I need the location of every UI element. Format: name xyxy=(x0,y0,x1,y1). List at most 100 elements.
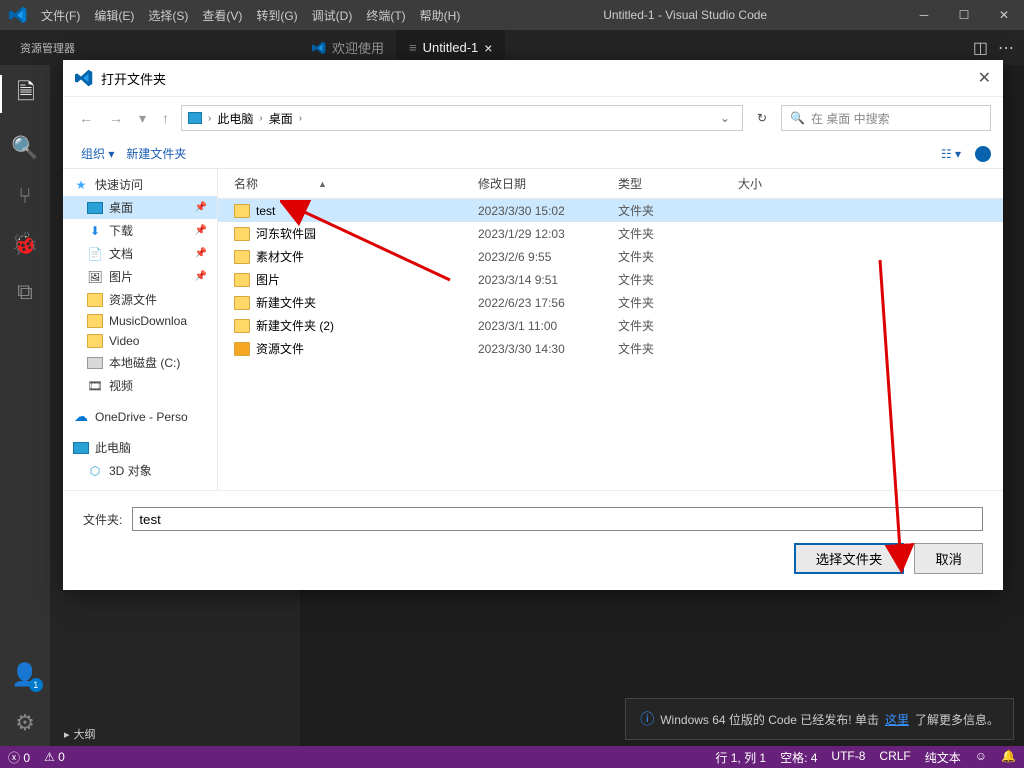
menu-terminal[interactable]: 终端(T) xyxy=(360,7,411,24)
select-folder-button[interactable]: 选择文件夹 xyxy=(794,543,905,574)
dialog-titlebar: 打开文件夹 ✕ xyxy=(63,60,1003,97)
tree-resources[interactable]: 资源文件 xyxy=(63,288,217,311)
table-row[interactable]: 素材文件2023/2/6 9:55文件夹 xyxy=(218,245,1003,268)
organize-button[interactable]: 组织 ▾ xyxy=(75,145,120,162)
status-spaces[interactable]: 空格: 4 xyxy=(780,749,817,766)
help-icon[interactable]: ? xyxy=(975,146,991,162)
explorer-icon[interactable]: 🗎 xyxy=(0,75,50,113)
tab-welcome-label: 欢迎使用 xyxy=(332,38,384,57)
status-eol[interactable]: CRLF xyxy=(879,749,910,766)
dialog-close-icon[interactable]: ✕ xyxy=(978,68,991,88)
status-bell-icon[interactable]: 🔔 xyxy=(1001,749,1016,766)
status-feedback-icon[interactable]: ☺ xyxy=(975,749,987,766)
table-row[interactable]: test2023/3/30 15:02文件夹 xyxy=(218,199,1003,222)
status-errors[interactable]: ⓧ 0 xyxy=(8,749,30,766)
maximize-icon[interactable]: ☐ xyxy=(944,8,984,22)
menu-view[interactable]: 查看(V) xyxy=(196,7,248,24)
table-row[interactable]: 新建文件夹2022/6/23 17:56文件夹 xyxy=(218,291,1003,314)
table-row[interactable]: 图片2023/3/14 9:51文件夹 xyxy=(218,268,1003,291)
tree-documents[interactable]: 📄文档📌 xyxy=(63,242,217,265)
status-encoding[interactable]: UTF-8 xyxy=(831,749,865,766)
row-date: 2023/3/14 9:51 xyxy=(478,273,618,287)
debug-icon[interactable]: 🐞 xyxy=(11,231,38,257)
table-row[interactable]: 新建文件夹 (2)2023/3/1 11:00文件夹 xyxy=(218,314,1003,337)
extensions-icon[interactable]: ⧉ xyxy=(17,279,33,305)
outline-section[interactable]: ▸大纲 xyxy=(50,722,300,746)
row-type: 文件夹 xyxy=(618,248,738,265)
nav-up-icon[interactable]: ↑ xyxy=(158,110,173,126)
path-desktop[interactable]: 桌面 xyxy=(269,110,293,127)
row-date: 2022/6/23 17:56 xyxy=(478,296,618,310)
tree-drive-c[interactable]: 本地磁盘 (C:) xyxy=(63,351,217,374)
pin-icon: 📌 xyxy=(195,225,207,236)
col-size[interactable]: 大小 xyxy=(738,175,818,192)
refresh-icon[interactable]: ↻ xyxy=(751,111,773,125)
row-name: 素材文件 xyxy=(256,248,304,265)
row-name: 图片 xyxy=(256,271,280,288)
folder-label: 文件夹: xyxy=(83,511,122,528)
list-rows: test2023/3/30 15:02文件夹河东软件园2023/1/29 12:… xyxy=(218,199,1003,490)
folder-input[interactable] xyxy=(132,507,983,531)
accounts-icon[interactable]: 👤1 xyxy=(11,662,38,688)
more-actions-icon[interactable]: ⋯ xyxy=(998,38,1014,58)
folder-icon xyxy=(234,250,250,264)
menu-file[interactable]: 文件(F) xyxy=(35,7,86,24)
activity-bar: 🗎 🔍 ⑂ 🐞 ⧉ 👤1 ⚙ xyxy=(0,65,50,746)
folder-icon xyxy=(234,296,250,310)
view-mode-icon[interactable]: ☷ ▾ xyxy=(935,147,967,161)
notification-link[interactable]: 这里 xyxy=(885,711,909,728)
path-thispc[interactable]: 此电脑 xyxy=(217,110,253,127)
tree-3d-objects[interactable]: ⬡3D 对象 xyxy=(63,459,217,482)
nav-forward-icon[interactable]: → xyxy=(105,110,127,126)
search-icon[interactable]: 🔍 xyxy=(11,135,38,161)
path-dropdown-icon[interactable]: ⌄ xyxy=(714,111,736,125)
dialog-search[interactable]: 🔍 在 桌面 中搜索 xyxy=(781,105,991,131)
folder-icon xyxy=(234,227,250,241)
menu-select[interactable]: 选择(S) xyxy=(142,7,194,24)
row-date: 2023/3/1 11:00 xyxy=(478,319,618,333)
tree-quick-access[interactable]: ★快速访问 xyxy=(63,173,217,196)
close-icon[interactable]: ✕ xyxy=(984,8,1024,22)
info-icon: ⓘ xyxy=(640,709,654,729)
status-language[interactable]: 纯文本 xyxy=(925,749,961,766)
tree-downloads[interactable]: ⬇下载📌 xyxy=(63,219,217,242)
source-control-icon[interactable]: ⑂ xyxy=(18,183,31,209)
cancel-button[interactable]: 取消 xyxy=(914,543,983,574)
tree-thispc[interactable]: 此电脑 xyxy=(63,436,217,459)
status-warnings[interactable]: ⚠ 0 xyxy=(44,750,65,764)
split-editor-icon[interactable]: ◫ xyxy=(973,38,988,58)
new-folder-button[interactable]: 新建文件夹 xyxy=(120,145,192,162)
tree-video[interactable]: Video xyxy=(63,331,217,351)
row-type: 文件夹 xyxy=(618,340,738,357)
status-ln-col[interactable]: 行 1, 列 1 xyxy=(715,749,766,766)
main-menu: 文件(F) 编辑(E) 选择(S) 查看(V) 转到(G) 调试(D) 终端(T… xyxy=(35,7,466,24)
pin-icon: 📌 xyxy=(195,202,207,213)
tree-desktop[interactable]: 桌面📌 xyxy=(63,196,217,219)
vscode-icon xyxy=(312,41,326,55)
col-name[interactable]: 名称▲ xyxy=(218,175,478,192)
menu-help[interactable]: 帮助(H) xyxy=(414,7,467,24)
path-breadcrumb[interactable]: › 此电脑 › 桌面 › ⌄ xyxy=(181,105,743,131)
col-date[interactable]: 修改日期 xyxy=(478,175,618,192)
tab-close-icon[interactable]: × xyxy=(484,40,492,56)
settings-gear-icon[interactable]: ⚙ xyxy=(15,710,35,736)
col-type[interactable]: 类型 xyxy=(618,175,738,192)
folder-icon xyxy=(234,342,250,356)
menu-goto[interactable]: 转到(G) xyxy=(250,7,303,24)
row-name: 河东软件园 xyxy=(256,225,316,242)
nav-dropdown-icon[interactable]: ▾ xyxy=(135,110,150,127)
tree-music[interactable]: MusicDownloa xyxy=(63,311,217,331)
table-row[interactable]: 河东软件园2023/1/29 12:03文件夹 xyxy=(218,222,1003,245)
tab-untitled-label: Untitled-1 xyxy=(423,40,479,55)
tree-videos[interactable]: 🎞视频 xyxy=(63,374,217,397)
dialog-title: 打开文件夹 xyxy=(101,69,166,88)
row-name: 新建文件夹 (2) xyxy=(256,317,334,334)
menu-debug[interactable]: 调试(D) xyxy=(306,7,359,24)
nav-back-icon[interactable]: ← xyxy=(75,110,97,126)
table-row[interactable]: 资源文件2023/3/30 14:30文件夹 xyxy=(218,337,1003,360)
badge-count: 1 xyxy=(29,678,43,692)
minimize-icon[interactable]: ─ xyxy=(904,8,944,22)
tree-pictures[interactable]: 🖼图片📌 xyxy=(63,265,217,288)
tree-onedrive[interactable]: ☁OneDrive - Perso xyxy=(63,405,217,428)
menu-edit[interactable]: 编辑(E) xyxy=(88,7,140,24)
